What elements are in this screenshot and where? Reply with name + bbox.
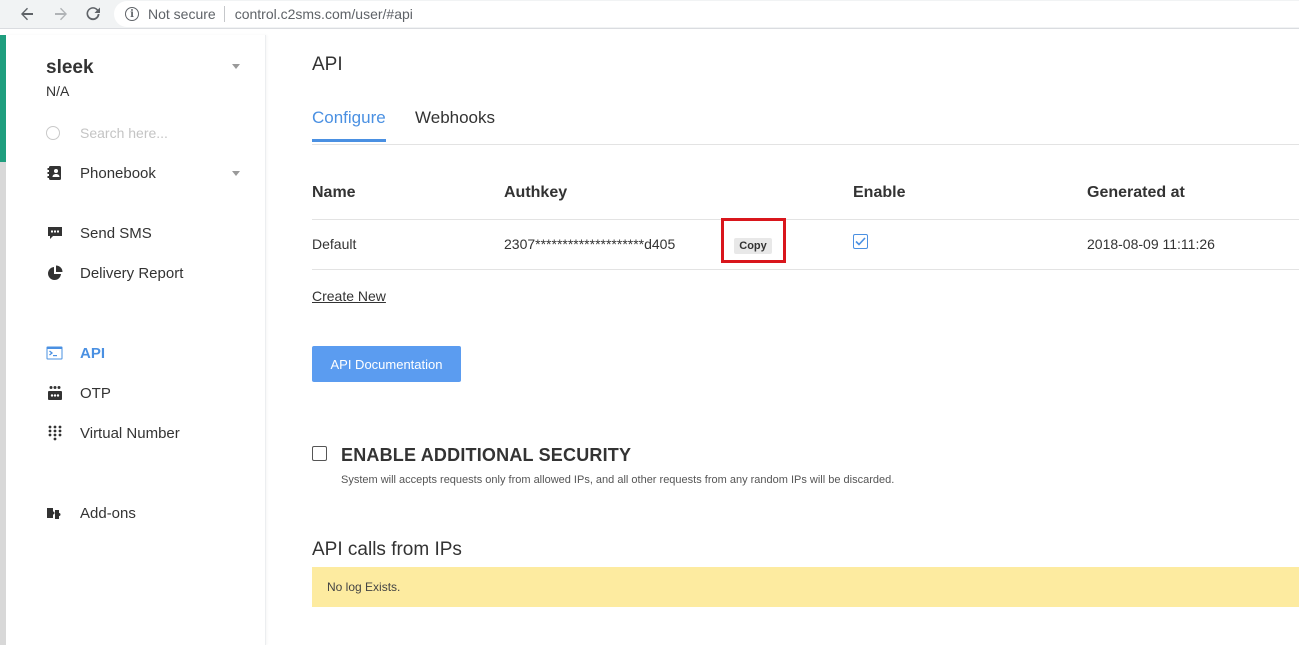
- row-authkey-cell: 2307********************d405: [504, 236, 676, 252]
- account-subtitle: N/A: [46, 83, 70, 99]
- sidebar-item-phonebook[interactable]: Phonebook: [46, 162, 156, 184]
- sidebar-search: [46, 123, 246, 143]
- pie-chart-icon: [46, 265, 63, 282]
- column-header-enable: Enable: [853, 184, 906, 201]
- tab-configure[interactable]: Configure: [312, 108, 386, 142]
- page-title: API: [312, 54, 343, 75]
- api-documentation-button[interactable]: API Documentation: [312, 346, 461, 382]
- sidebar-item-label: Virtual Number: [80, 424, 180, 442]
- api-tabs: Configure Webhooks: [312, 108, 1299, 145]
- table-row-divider: [312, 269, 1299, 270]
- empty-log-message: No log Exists.: [327, 580, 401, 594]
- phonebook-caret-icon[interactable]: [232, 171, 240, 176]
- sidebar-item-virtual-number[interactable]: Virtual Number: [46, 422, 180, 444]
- url-text[interactable]: control.c2sms.com/user/#api: [235, 6, 413, 22]
- additional-security-description: System will accepts requests only from a…: [341, 474, 895, 486]
- message-icon: [46, 225, 63, 242]
- search-icon: [46, 126, 60, 140]
- info-icon[interactable]: i: [125, 7, 139, 21]
- search-input[interactable]: [80, 125, 230, 141]
- row-generated-at-cell: 2018-08-09 11:11:26: [1087, 236, 1215, 252]
- dialpad-icon: [46, 425, 63, 442]
- additional-security-title: ENABLE ADDITIONAL SECURITY: [341, 445, 632, 465]
- row-name-cell: Default: [312, 236, 357, 252]
- column-header-name: Name: [312, 184, 356, 201]
- reload-icon[interactable]: [82, 4, 104, 24]
- sidebar-item-delivery-report[interactable]: Delivery Report: [46, 262, 183, 284]
- back-arrow-icon[interactable]: [16, 4, 38, 24]
- omnibox-divider: [223, 6, 225, 22]
- sidebar-item-label: Add-ons: [80, 504, 136, 522]
- ip-calls-title: API calls from IPs: [312, 539, 462, 560]
- sidebar-item-add-ons[interactable]: Add-ons: [46, 502, 136, 524]
- ip-log-empty-notice: No log Exists.: [312, 567, 1299, 607]
- checkmark-icon: [855, 237, 866, 246]
- tab-webhooks[interactable]: Webhooks: [415, 108, 495, 142]
- column-header-generated-at: Generated at: [1087, 184, 1185, 201]
- sidebar: sleek N/A Phonebook Send SMS Delivery Re…: [6, 35, 266, 645]
- sidebar-item-label: Delivery Report: [80, 264, 184, 282]
- phonebook-icon: [46, 165, 63, 182]
- addons-icon: [46, 505, 63, 522]
- sidebar-item-otp[interactable]: OTP: [46, 382, 111, 404]
- terminal-icon: [46, 345, 63, 362]
- sidebar-item-label: Send SMS: [80, 224, 152, 242]
- sidebar-item-label: API: [80, 344, 106, 362]
- browser-toolbar: i Not secure control.c2sms.com/user/#api: [0, 0, 1299, 29]
- table-header-divider: [312, 219, 1299, 220]
- security-label: Not secure: [148, 6, 216, 22]
- enable-checkbox[interactable]: [853, 234, 868, 249]
- create-new-link[interactable]: Create New: [312, 288, 386, 304]
- sidebar-item-api[interactable]: API: [46, 342, 105, 364]
- sidebar-item-label: Phonebook: [80, 164, 156, 182]
- sidebar-item-label: OTP: [80, 384, 111, 402]
- forward-arrow-icon[interactable]: [50, 4, 72, 24]
- column-header-authkey: Authkey: [504, 184, 568, 201]
- account-name[interactable]: sleek: [46, 57, 94, 79]
- account-dropdown-caret-icon[interactable]: [232, 64, 240, 69]
- address-bar[interactable]: i Not secure control.c2sms.com/user/#api: [114, 1, 1299, 27]
- additional-security-checkbox[interactable]: [312, 446, 327, 461]
- otp-icon: [46, 385, 63, 402]
- annotation-highlight-box: [721, 218, 786, 263]
- sidebar-item-send-sms[interactable]: Send SMS: [46, 222, 152, 244]
